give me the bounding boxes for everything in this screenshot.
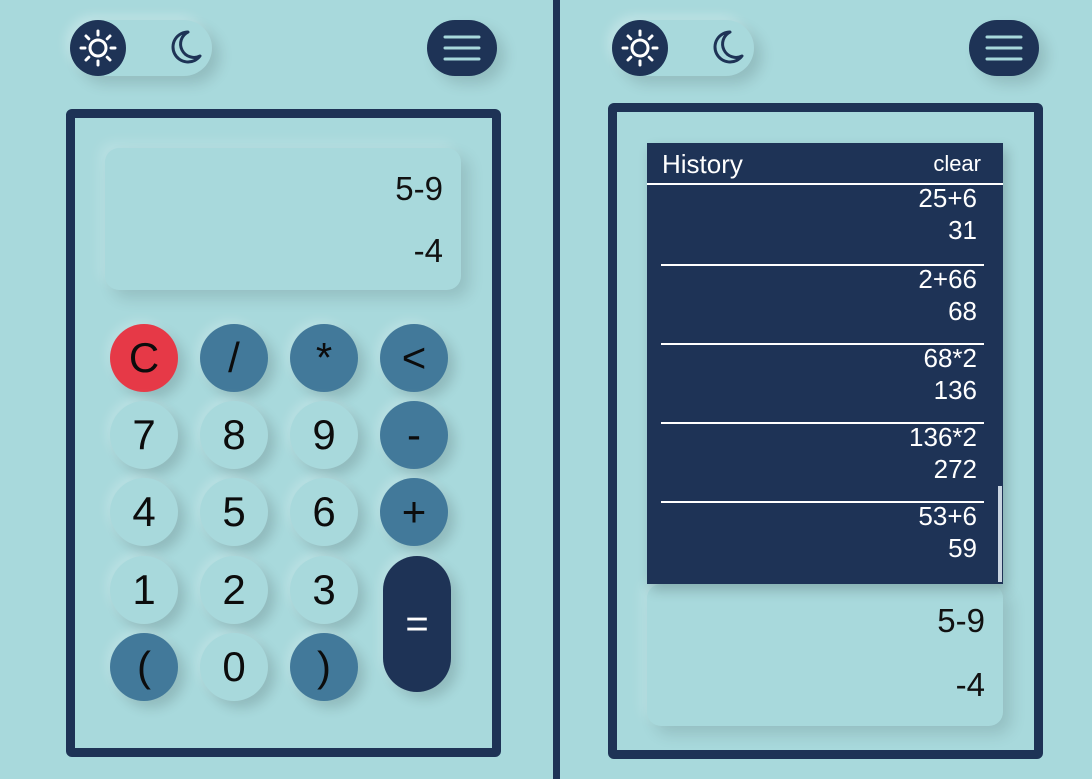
sun-icon	[621, 29, 659, 67]
digit-4-key[interactable]: 4	[110, 478, 178, 546]
calculator-panel: 5-9 -4 C / * < 7 8 9 - 4 5 6 + 1 2 3 = (…	[0, 0, 546, 779]
history-item[interactable]: 53+6 59	[647, 501, 1003, 580]
menu-button[interactable]	[427, 20, 497, 76]
history-expression: 2+66	[918, 264, 977, 294]
calculator-display: 5-9 -4	[647, 584, 1003, 726]
digit-3-key[interactable]: 3	[290, 556, 358, 624]
digit-5-key[interactable]: 5	[200, 478, 268, 546]
dark-mode-button[interactable]	[156, 20, 212, 76]
history-title: History	[662, 149, 743, 179]
theme-toggle[interactable]	[612, 20, 754, 76]
history-item[interactable]: 136*2 272	[647, 422, 1003, 501]
history-header: History clear	[647, 143, 1003, 185]
history-result: 272	[933, 454, 977, 484]
digit-1-key[interactable]: 1	[110, 556, 178, 624]
hamburger-menu-icon	[985, 35, 1023, 61]
history-item[interactable]: 2+66 68	[647, 264, 1003, 343]
subtract-key[interactable]: -	[380, 401, 448, 469]
equals-key[interactable]: =	[383, 556, 451, 692]
history-panel-view: 5-9 -4 History clear 25+6 31 2+66 68 68*…	[561, 0, 1092, 779]
menu-button[interactable]	[969, 20, 1039, 76]
add-key[interactable]: +	[380, 478, 448, 546]
digit-0-key[interactable]: 0	[200, 633, 268, 701]
history-item[interactable]: 68*2 136	[647, 343, 1003, 422]
sun-icon	[79, 29, 117, 67]
moon-icon	[171, 30, 202, 64]
clear-key[interactable]: C	[110, 324, 178, 392]
history-expression: 53+6	[918, 501, 977, 531]
history-item[interactable]: 25+6 31	[647, 183, 1003, 264]
multiply-key[interactable]: *	[290, 324, 358, 392]
digit-6-key[interactable]: 6	[290, 478, 358, 546]
dark-mode-button[interactable]	[698, 20, 754, 76]
digit-7-key[interactable]: 7	[110, 401, 178, 469]
history-expression: 25+6	[918, 183, 977, 213]
history-result: 59	[948, 533, 977, 563]
display-result: -4	[955, 666, 985, 703]
theme-toggle[interactable]	[70, 20, 212, 76]
history-result: 68	[948, 296, 977, 326]
history-expression: 136*2	[909, 422, 977, 452]
light-mode-button[interactable]	[612, 20, 668, 76]
history-result: 136	[933, 375, 977, 405]
backspace-key[interactable]: <	[380, 324, 448, 392]
display-expression: 5-9	[395, 170, 443, 207]
hamburger-menu-icon	[443, 35, 481, 61]
moon-icon	[713, 30, 744, 64]
calculator-display: 5-9 -4	[105, 148, 461, 290]
history-clear-button[interactable]: clear	[933, 151, 981, 177]
history-panel: History clear 25+6 31 2+66 68 68*2 136 1…	[647, 143, 1003, 584]
panel-divider	[553, 0, 560, 779]
light-mode-button[interactable]	[70, 20, 126, 76]
history-list: 25+6 31 2+66 68 68*2 136 136*2 272 53+6 …	[647, 183, 1003, 580]
display-result: -4	[413, 232, 443, 269]
close-paren-key[interactable]: )	[290, 633, 358, 701]
display-expression: 5-9	[937, 602, 985, 639]
history-scrollbar[interactable]	[998, 486, 1002, 582]
digit-8-key[interactable]: 8	[200, 401, 268, 469]
divide-key[interactable]: /	[200, 324, 268, 392]
open-paren-key[interactable]: (	[110, 633, 178, 701]
digit-9-key[interactable]: 9	[290, 401, 358, 469]
app-stage: 5-9 -4 C / * < 7 8 9 - 4 5 6 + 1 2 3 = (…	[0, 0, 1092, 779]
history-expression: 68*2	[923, 343, 978, 373]
history-result: 31	[948, 215, 977, 245]
digit-2-key[interactable]: 2	[200, 556, 268, 624]
